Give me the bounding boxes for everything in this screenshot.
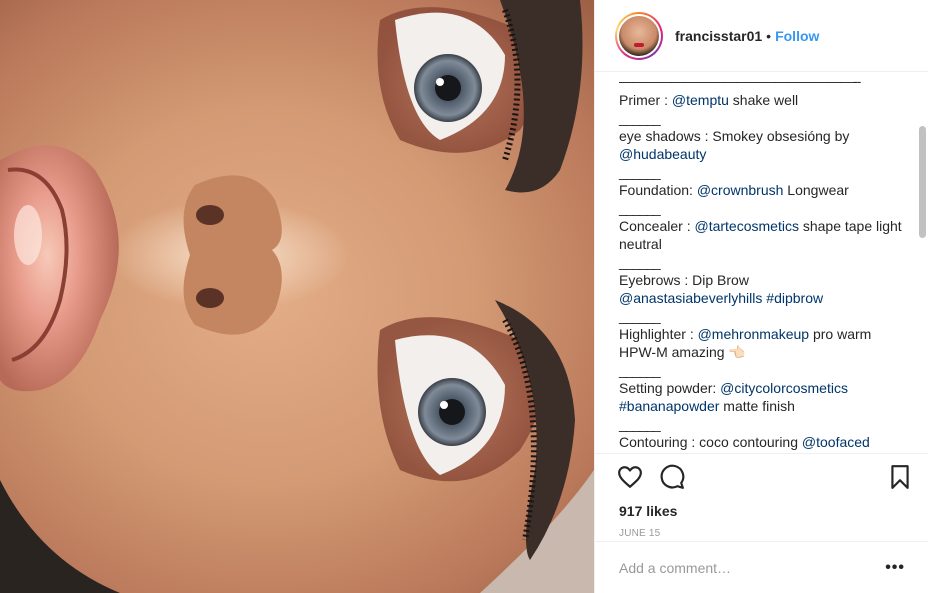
caption-separator: ______ — [619, 416, 661, 432]
caption-entry: Foundation: @crownbrush Longwear — [619, 181, 905, 199]
mention-link[interactable]: @toofaced — [802, 434, 870, 450]
post-header: francisstar01 • Follow — [595, 0, 928, 72]
mention-link[interactable]: @temptu — [672, 92, 729, 108]
mention-link[interactable]: @crownbrush — [697, 182, 784, 198]
caption-separator: ______ — [619, 200, 661, 216]
caption-scroll-area[interactable]: ——————————————————-- Primer : @temptu sh… — [595, 73, 928, 453]
bookmark-icon[interactable] — [887, 464, 913, 490]
mention-link[interactable]: @tartecosmetics — [694, 218, 798, 234]
caption-entry: Setting powder: @citycolorcosmetics #bana… — [619, 379, 905, 415]
heart-icon[interactable] — [617, 464, 643, 490]
caption-text: eye shadows : Smokey obsesióng by — [619, 128, 850, 144]
caption-separator: ______ — [619, 308, 661, 324]
caption-entry: Highlighter : @mehronmakeup pro warm HPW… — [619, 325, 905, 361]
mention-link[interactable]: @mehronmakeup — [698, 326, 810, 342]
caption-separator: ______ — [619, 110, 661, 126]
caption-top-rule: ——————————————————-- — [619, 73, 861, 89]
caption-text: Contouring : coco contouring — [619, 434, 802, 450]
caption-entry: eye shadows : Smokey obsesióng by @hudab… — [619, 127, 905, 163]
comment-input[interactable] — [619, 559, 886, 576]
caption-scrollbar[interactable] — [919, 126, 926, 238]
caption-text: Highlighter : — [619, 326, 698, 342]
caption-text: Eyebrows : Dip Brow — [619, 272, 749, 288]
caption-text: Primer : — [619, 92, 672, 108]
likes-count[interactable]: 917 likes — [611, 500, 913, 522]
username-link[interactable]: francisstar01 — [675, 28, 762, 44]
post-date[interactable]: JUNE 15 — [611, 528, 913, 539]
follow-button[interactable]: Follow — [775, 28, 819, 44]
face-illustration — [0, 0, 594, 593]
caption-text: matte finish — [719, 398, 795, 414]
mention-link[interactable]: @anastasiabeverlyhills — [619, 290, 762, 306]
comment-bar: ••• — [595, 541, 928, 593]
caption-separator: ______ — [619, 254, 661, 270]
avatar-image — [619, 15, 659, 56]
mention-link[interactable]: @hudabeauty — [619, 146, 706, 162]
caption-separator: ______ — [619, 362, 661, 378]
post-side-panel: francisstar01 • Follow —————————————————… — [594, 0, 928, 593]
action-icon-row — [611, 454, 913, 500]
caption-text: Longwear — [783, 182, 849, 198]
post-photo[interactable] — [0, 0, 594, 593]
hashtag-link[interactable]: #bananapowder — [619, 398, 719, 414]
avatar[interactable] — [615, 11, 663, 60]
more-options-icon[interactable]: ••• — [885, 559, 905, 577]
comment-bubble-icon[interactable] — [659, 464, 685, 490]
caption-text: Concealer : — [619, 218, 695, 234]
mention-link[interactable]: @citycolorcosmetics — [720, 380, 848, 396]
caption-text: shake well — [728, 92, 799, 108]
caption-text: Setting powder: — [619, 380, 721, 396]
caption-entry: Eyebrows : Dip Brow @anastasiabeverlyhil… — [619, 271, 905, 307]
post-actions: 917 likes JUNE 15 — [595, 453, 928, 541]
caption-separator: ______ — [619, 164, 661, 180]
caption-entry: Contouring : coco contouring @toofaced — [619, 433, 905, 451]
separator-dot: • — [766, 27, 772, 44]
caption-entry: Primer : @temptu shake well — [619, 91, 905, 109]
hashtag-link[interactable]: #dipbrow — [766, 290, 823, 306]
caption-text: Foundation: — [619, 182, 697, 198]
caption-entry: Concealer : @tartecosmetics shape tape l… — [619, 217, 905, 253]
